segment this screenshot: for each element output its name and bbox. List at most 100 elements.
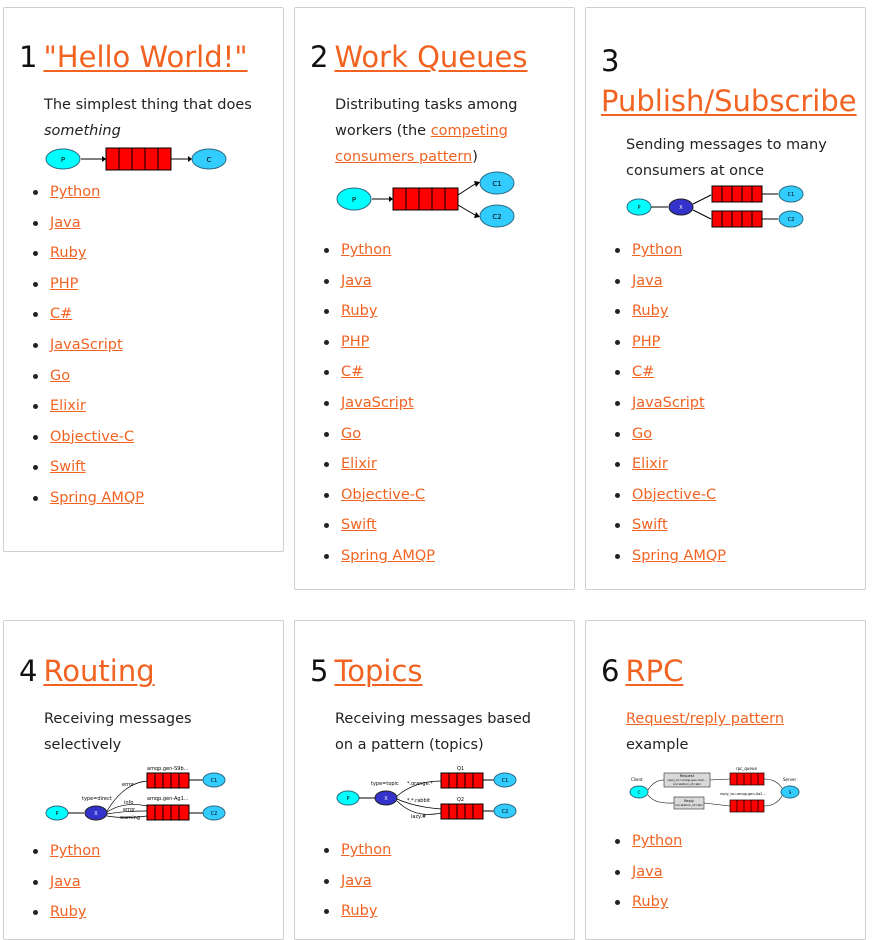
- language-item: Elixir: [24, 391, 144, 422]
- language-link-go[interactable]: Go: [632, 426, 652, 442]
- language-item: JavaScript: [606, 388, 726, 419]
- language-link-ruby[interactable]: Ruby: [50, 245, 86, 261]
- tutorial-card-4: 4 Routing Receiving messages selectively …: [3, 620, 284, 940]
- language-link-python[interactable]: Python: [50, 184, 100, 200]
- language-item: Java: [606, 266, 726, 297]
- language-link-objective-c[interactable]: Objective-C: [50, 429, 134, 445]
- language-link-go[interactable]: Go: [341, 426, 361, 442]
- language-link-go[interactable]: Go: [50, 368, 70, 384]
- language-link-ruby[interactable]: Ruby: [632, 303, 668, 319]
- language-item: PHP: [24, 269, 144, 300]
- request-reply-link[interactable]: Request/reply pattern: [626, 711, 784, 727]
- language-link-python[interactable]: Python: [50, 843, 100, 859]
- language-link-swift[interactable]: Swift: [50, 459, 86, 475]
- language-link-swift[interactable]: Swift: [341, 517, 377, 533]
- language-link-javascript[interactable]: JavaScript: [50, 337, 123, 353]
- language-item: Java: [606, 857, 682, 888]
- language-link-javascript[interactable]: JavaScript: [341, 395, 414, 411]
- language-link-ruby[interactable]: Ruby: [50, 904, 86, 920]
- language-link-c[interactable]: C#: [50, 306, 72, 322]
- tutorial-description: Distributing tasks among workers (the co…: [335, 92, 535, 170]
- tutorial-description: Receiving messages based on a pattern (t…: [335, 706, 535, 758]
- queue-2-name: Q2: [457, 797, 464, 803]
- language-link-php[interactable]: PHP: [50, 276, 78, 292]
- language-item: Elixir: [606, 449, 726, 480]
- language-link-c[interactable]: C#: [632, 364, 654, 380]
- language-link-php[interactable]: PHP: [632, 334, 660, 350]
- exchange-label: X: [384, 796, 388, 802]
- language-link-elixir[interactable]: Elixir: [341, 456, 377, 472]
- tutorial-number: 4: [19, 654, 38, 688]
- language-link-spring-amqp[interactable]: Spring AMQP: [632, 548, 726, 564]
- language-item: Spring AMQP: [315, 541, 435, 572]
- language-link-javascript[interactable]: JavaScript: [632, 395, 705, 411]
- language-link-java[interactable]: Java: [50, 874, 81, 890]
- tutorial-title: 6 RPC: [601, 651, 683, 691]
- client-node-label: C: [638, 790, 641, 795]
- tutorial-link-routing[interactable]: Routing: [43, 654, 154, 688]
- tutorial-link-rpc[interactable]: RPC: [625, 654, 683, 688]
- reply-detail: correlation_id=abc: [675, 803, 704, 807]
- language-item: C#: [24, 299, 144, 330]
- consumer-1-label: C1: [788, 192, 795, 198]
- language-item: Python: [24, 836, 100, 867]
- queue-1: [440, 772, 484, 789]
- description-text: Receiving messages selectively: [44, 711, 192, 753]
- tutorial-link-hello-world[interactable]: "Hello World!": [43, 40, 247, 74]
- rpc-queue: [729, 772, 765, 786]
- language-item: Java: [24, 867, 100, 898]
- reply-queue-label: reply_to=amqp.gen-Xa2...: [720, 792, 766, 796]
- language-item: Ruby: [606, 296, 726, 327]
- language-link-python[interactable]: Python: [632, 242, 682, 258]
- language-list: Python Java Ruby: [24, 836, 100, 928]
- language-link-php[interactable]: PHP: [341, 334, 369, 350]
- producer-label: P: [352, 196, 356, 204]
- language-link-java[interactable]: Java: [50, 215, 81, 231]
- language-link-c[interactable]: C#: [341, 364, 363, 380]
- language-link-python[interactable]: Python: [632, 833, 682, 849]
- language-link-java[interactable]: Java: [341, 273, 372, 289]
- consumer-2-label: C2: [492, 213, 501, 221]
- language-link-objective-c[interactable]: Objective-C: [341, 487, 425, 503]
- language-item: Ruby: [315, 896, 391, 927]
- tutorial-link-publish-subscribe[interactable]: Publish/Subscribe: [601, 84, 857, 118]
- language-item: Ruby: [24, 897, 100, 928]
- language-link-elixir[interactable]: Elixir: [50, 398, 86, 414]
- language-link-elixir[interactable]: Elixir: [632, 456, 668, 472]
- exchange-type-label: type=topic: [371, 781, 399, 787]
- tutorial-link-work-queues[interactable]: Work Queues: [334, 40, 527, 74]
- language-item: Ruby: [315, 296, 435, 327]
- language-item: Python: [315, 835, 391, 866]
- work-queues-diagram: P C1 C2: [336, 171, 515, 228]
- exchange-label: X: [94, 811, 98, 817]
- language-link-spring-amqp[interactable]: Spring AMQP: [50, 490, 144, 506]
- tutorial-card-2: 2 Work Queues Distributing tasks among wo…: [294, 7, 575, 590]
- queue-1: [146, 772, 190, 789]
- language-link-spring-amqp[interactable]: Spring AMQP: [341, 548, 435, 564]
- language-item: Go: [24, 361, 144, 392]
- language-item: Swift: [606, 510, 726, 541]
- tutorial-card-3: 3 Publish/Subscribe Sending messages to m…: [585, 7, 866, 590]
- language-link-python[interactable]: Python: [341, 242, 391, 258]
- language-item: Spring AMQP: [606, 541, 726, 572]
- language-item: Objective-C: [606, 480, 726, 511]
- consumer-label: C: [207, 156, 212, 164]
- language-item: PHP: [315, 327, 435, 358]
- consumer-1-label: C1: [502, 778, 509, 784]
- language-link-objective-c[interactable]: Objective-C: [632, 487, 716, 503]
- language-link-ruby[interactable]: Ruby: [341, 903, 377, 919]
- tutorial-link-topics[interactable]: Topics: [334, 654, 422, 688]
- language-link-ruby[interactable]: Ruby: [341, 303, 377, 319]
- language-link-python[interactable]: Python: [341, 842, 391, 858]
- language-link-java[interactable]: Java: [341, 873, 372, 889]
- language-link-ruby[interactable]: Ruby: [632, 894, 668, 910]
- tutorial-title: 1 "Hello World!": [19, 37, 248, 77]
- language-link-java[interactable]: Java: [632, 273, 663, 289]
- binding-key-3: lazy.#: [411, 814, 426, 820]
- consumer-2-label: C2: [211, 811, 218, 817]
- language-link-java[interactable]: Java: [632, 864, 663, 880]
- language-link-swift[interactable]: Swift: [632, 517, 668, 533]
- language-item: Python: [606, 826, 682, 857]
- queue-1-name: amqp.gen-S9b...: [147, 766, 189, 772]
- binding-key-2: *.*.rabbit: [407, 798, 430, 804]
